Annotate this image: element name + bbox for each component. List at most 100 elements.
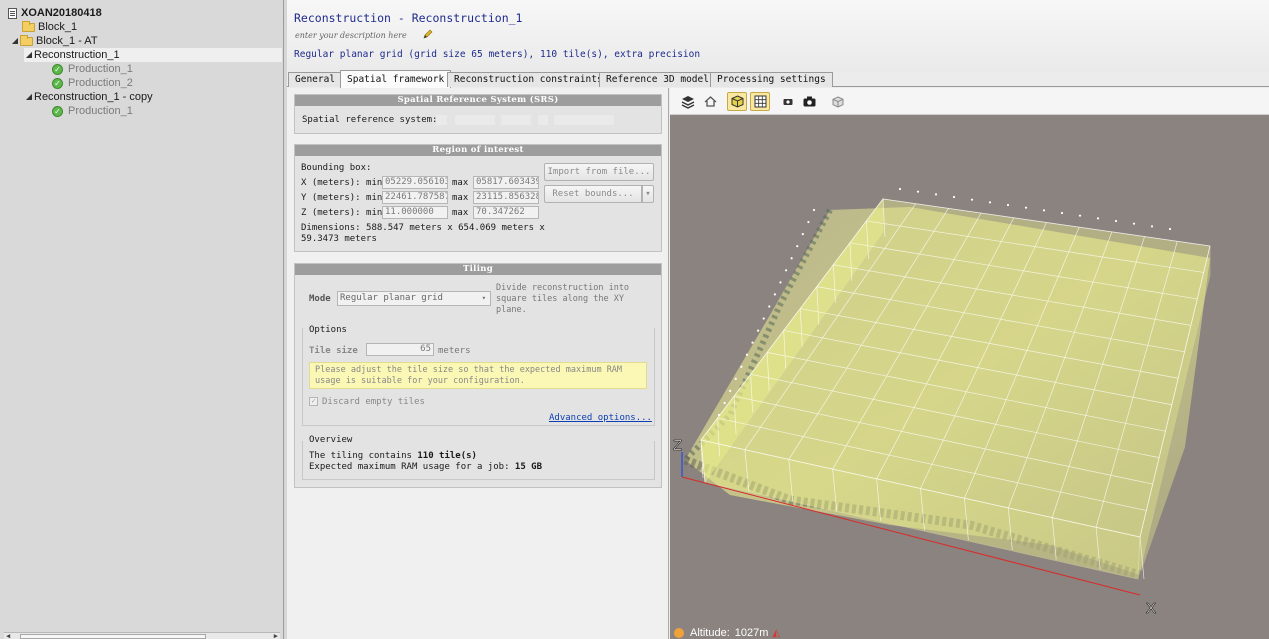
camera-icon[interactable] [799,92,819,111]
small-camera-icon[interactable] [778,92,798,111]
overview-ram-value: 15 GB [514,462,542,472]
scroll-right-arrow-icon[interactable]: ▶ [274,632,278,639]
dimensions-text-cont: 59.3473 meters [301,234,377,244]
overview-ram-usage: Expected maximum RAM usage for a job: 15… [309,462,542,472]
reconstruction-header: Reconstruction - Reconstruction_1 enter … [287,0,1269,72]
tree-item-reconstruction1-copy[interactable]: ◢ Reconstruction_1 - copy [24,90,153,104]
check-circle-icon: ✓ [52,105,63,117]
srs-label: Spatial reference system: [302,115,438,125]
reset-bounds-button[interactable]: Reset bounds... [544,185,642,203]
scroll-left-arrow-icon[interactable]: ◀ [6,632,10,639]
tree-item-production1-copy[interactable]: ✓ Production_1 [52,104,133,118]
tree-label-project: XOAN20180418 [21,7,102,19]
tab-bar: General Spatial framework Reconstruction… [287,70,1269,88]
reset-bounds-dropdown[interactable]: ▾ [642,185,654,203]
tree-item-production1[interactable]: ✓ Production_1 [52,62,133,76]
tree-item-block1-at[interactable]: ◢ Block_1 - AT [10,34,98,48]
x-min-field[interactable]: 05229.056103 [382,176,448,189]
edit-pencil-icon[interactable] [423,29,433,39]
region-of-interest-group: Region of interest Bounding box: X (mete… [294,144,662,252]
tab-reconstruction-constraints[interactable]: Reconstruction constraints [447,72,610,87]
import-from-file-button[interactable]: Import from file... [544,163,654,181]
srs-value-redacted [501,115,531,125]
y-max-label: max [452,193,469,203]
tab-spatial-framework[interactable]: Spatial framework [340,70,452,88]
home-icon[interactable] [700,92,720,111]
sparse-point [734,377,737,380]
tree-horizontal-scrollbar[interactable]: ◀ ▶ [4,632,280,639]
viewer-status-bar: Altitude: 1027m ◭ [670,627,870,639]
z-axis-label: Z [673,437,682,454]
tile-size-label: Tile size [309,346,358,356]
sparse-point [779,281,782,284]
warning-line2: usage is suitable for your configuration… [315,376,525,386]
sparse-point [762,317,765,320]
y-min-field[interactable]: 22461.787587 [382,191,448,204]
tree-item-project-root[interactable]: XOAN20180418 [8,6,102,20]
mode-help-line3: plane. [496,305,527,315]
overview-label: Overview [309,435,353,445]
x-max-field[interactable]: 05817.603439 [473,176,539,189]
z-max-field[interactable]: 70.347262 [473,206,539,219]
dimensions-text: Dimensions: 588.547 meters x 654.069 met… [301,223,545,233]
tree-label-reconstruction1-copy: Reconstruction_1 - copy [34,91,153,103]
compass-icon[interactable] [674,628,684,638]
layers-icon[interactable] [678,92,698,111]
mode-label: Mode [309,294,331,304]
reconstruction-detail-panel: Reconstruction - Reconstruction_1 enter … [287,0,1269,639]
cube-outline-icon[interactable] [828,92,848,111]
viewer-toolbar [670,88,1269,115]
overview-tile-count-value: 110 tile(s) [417,451,477,461]
3d-viewer: Z X Altitude: 1027m ◭ [670,88,1269,639]
expand-arrow-icon[interactable]: ◢ [24,48,34,62]
expand-arrow-icon[interactable]: ◢ [10,34,20,48]
cube-view-icon[interactable] [727,92,747,111]
tree-item-production2[interactable]: ✓ Production_2 [52,76,133,90]
z-min-field[interactable]: 11.000000 [382,206,448,219]
altitude-value: 1027m [734,627,769,639]
3d-viewport[interactable]: Z X Altitude: 1027m ◭ [670,115,1269,639]
tile-size-unit: meters [438,346,471,356]
sparse-point [1168,227,1172,231]
grid-view-icon[interactable] [750,92,770,111]
sparse-point [740,365,743,368]
discard-empty-tiles-checkbox[interactable]: ✓ [309,397,318,406]
bounding-box-label: Bounding box: [301,163,372,173]
overview-tile-count: The tiling contains 110 tile(s) [309,451,477,461]
x-max-label: max [452,178,469,188]
tree-item-block1[interactable]: Block_1 [22,20,77,34]
sparse-point [916,190,920,193]
sparse-point [812,208,816,212]
sparse-point [723,401,726,405]
y-max-field[interactable]: 23115.856328 [473,191,539,204]
tree-label-reconstruction1: Reconstruction_1 [34,49,120,61]
y-min-label: Y (meters): min [301,193,383,203]
chevron-down-icon: ▾ [481,294,486,302]
scrollbar-thumb[interactable] [20,634,206,639]
sparse-point [1132,222,1136,225]
mode-select[interactable]: Regular planar grid ▾ [337,291,491,306]
expand-arrow-icon[interactable]: ◢ [24,90,34,104]
srs-value-redacted[interactable] [436,115,447,125]
sparse-point [790,257,793,260]
roi-heading: Region of interest [295,145,661,156]
advanced-options-link[interactable]: Advanced options... [549,413,652,423]
tab-general[interactable]: General [288,72,343,87]
sparse-point [729,389,732,392]
sparse-point [1150,225,1154,228]
check-circle-icon: ✓ [52,63,63,75]
sparse-point [751,341,754,344]
tab-processing-settings[interactable]: Processing settings [710,72,833,87]
tree-item-reconstruction1[interactable]: ◢ Reconstruction_1 [24,48,282,62]
sparse-point [952,195,956,199]
sparse-point [768,305,771,308]
tab-reference-3d-model[interactable]: Reference 3D model [599,72,716,87]
folder-icon [22,20,35,32]
description-field[interactable]: enter your description here [295,31,407,40]
overview-ram-prefix: Expected maximum RAM usage for a job: [309,462,515,472]
sparse-point [970,198,974,201]
sparse-point [1042,209,1046,212]
tiling-heading: Tiling [295,264,661,275]
tile-size-field[interactable]: 65 [366,343,434,356]
srs-heading: Spatial Reference System (SRS) [295,95,661,106]
